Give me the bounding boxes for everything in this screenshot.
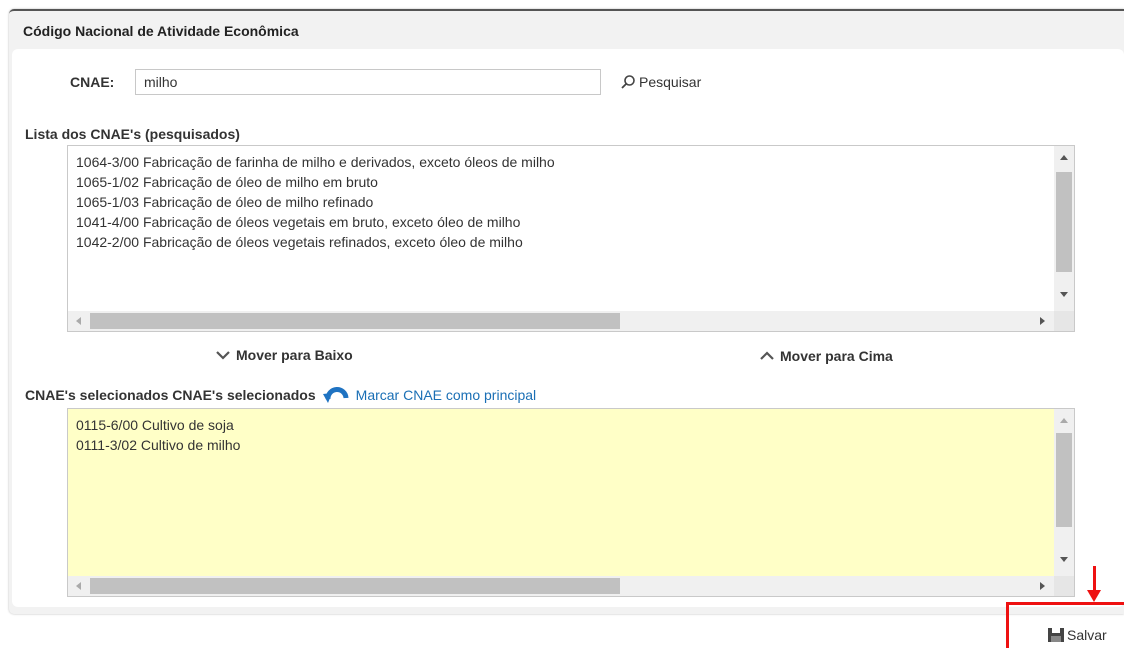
list-item[interactable]: 1041-4/00 Fabricação de óleos vegetais e… (76, 212, 555, 232)
list-item[interactable]: 0111-3/02 Cultivo de milho (76, 435, 240, 455)
selected-hscrollbar[interactable] (68, 576, 1056, 596)
chevron-down-icon (216, 351, 230, 360)
scroll-right-icon[interactable] (1040, 317, 1045, 325)
save-label: Salvar (1067, 627, 1107, 643)
scroll-down-icon[interactable] (1060, 557, 1068, 562)
search-button-label: Pesquisar (639, 74, 702, 90)
search-button[interactable]: Pesquisar (620, 74, 701, 90)
scroll-right-icon[interactable] (1040, 582, 1045, 590)
selected-list: 0115-6/00 Cultivo de soja 0111-3/02 Culti… (76, 415, 240, 455)
save-icon (1048, 628, 1064, 642)
scroll-corner (1054, 311, 1074, 331)
selected-hscroll-thumb[interactable] (90, 578, 620, 594)
selected-listbox[interactable]: 0115-6/00 Cultivo de soja 0111-3/02 Culti… (67, 408, 1075, 597)
panel-body: CNAE: Pesquisar Lista dos CNAE's (pesqui… (12, 49, 1124, 607)
results-heading: Lista dos CNAE's (pesquisados) (25, 126, 240, 142)
mark-principal-label: Marcar CNAE como principal (355, 387, 537, 403)
cnae-panel: Código Nacional de Atividade Econômica C… (9, 9, 1124, 614)
scroll-left-icon[interactable] (76, 317, 81, 325)
selected-heading: CNAE's selecionados CNAE's selecionados (25, 387, 316, 403)
results-vscroll-thumb[interactable] (1056, 172, 1072, 272)
list-item[interactable]: 1065-1/02 Fabricação de óleo de milho em… (76, 172, 555, 192)
results-listbox[interactable]: 1064-3/00 Fabricação de farinha de milho… (67, 145, 1075, 332)
list-item[interactable]: 1065-1/03 Fabricação de óleo de milho re… (76, 192, 555, 212)
move-up-label: Mover para Cima (780, 348, 893, 364)
search-icon (621, 75, 635, 89)
cnae-search-input[interactable] (135, 69, 601, 95)
annotation-arrow-head (1087, 590, 1101, 602)
list-item[interactable]: 0115-6/00 Cultivo de soja (76, 415, 240, 435)
results-list: 1064-3/00 Fabricação de farinha de milho… (76, 152, 555, 252)
results-hscroll-thumb[interactable] (90, 313, 620, 329)
annotation-arrow-line (1093, 566, 1096, 592)
scroll-down-icon[interactable] (1060, 292, 1068, 297)
selected-vscrollbar[interactable] (1054, 409, 1074, 578)
refresh-icon (322, 387, 349, 403)
chevron-up-icon (760, 351, 774, 360)
panel-title: Código Nacional de Atividade Econômica (23, 23, 299, 39)
move-down-button[interactable]: Mover para Baixo (216, 347, 353, 363)
scroll-left-icon[interactable] (76, 582, 81, 590)
scroll-up-icon[interactable] (1060, 155, 1068, 160)
list-item[interactable]: 1042-2/00 Fabricação de óleos vegetais r… (76, 232, 555, 252)
scroll-corner (1054, 576, 1074, 596)
move-up-button[interactable]: Mover para Cima (760, 348, 893, 364)
move-down-label: Mover para Baixo (236, 347, 353, 363)
results-vscrollbar[interactable] (1054, 146, 1074, 313)
cnae-label: CNAE: (70, 74, 115, 90)
mark-principal-button[interactable]: Marcar CNAE como principal (322, 384, 537, 406)
list-item[interactable]: 1064-3/00 Fabricação de farinha de milho… (76, 152, 555, 172)
results-hscrollbar[interactable] (68, 311, 1056, 331)
selected-heading-row: CNAE's selecionados CNAE's selecionados … (25, 384, 536, 406)
selected-vscroll-thumb[interactable] (1056, 433, 1072, 527)
save-button[interactable]: Salvar (1047, 627, 1107, 643)
scroll-up-icon[interactable] (1060, 418, 1068, 423)
